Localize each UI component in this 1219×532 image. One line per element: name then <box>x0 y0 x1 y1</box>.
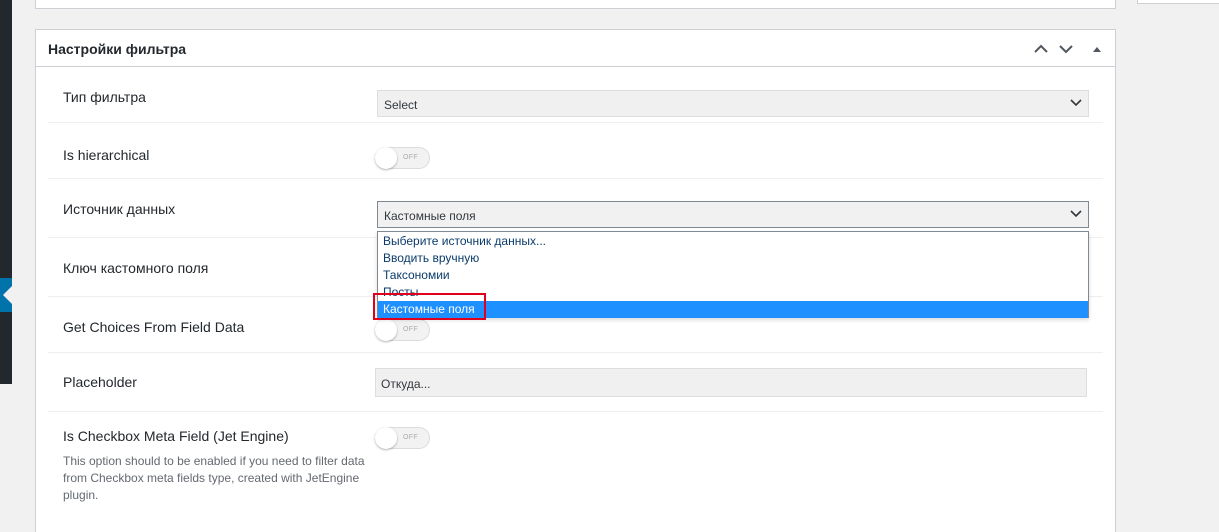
filter-type-select[interactable]: Select <box>377 90 1089 117</box>
row-filter-type: Тип фильтра Select <box>48 68 1103 123</box>
row-is-hierarchical: Is hierarchical OFF <box>48 123 1103 179</box>
data-source-select[interactable]: Кастомные поля <box>377 201 1089 228</box>
data-source-label: Источник данных <box>63 201 176 217</box>
admin-sidebar-strip <box>0 0 12 384</box>
dropdown-option[interactable]: Выберите источник данных... <box>378 233 1088 250</box>
previous-postbox <box>35 0 1116 9</box>
move-up-button[interactable] <box>1031 39 1051 59</box>
dropdown-option[interactable]: Вводить вручную <box>378 250 1088 267</box>
toggle-panel-button[interactable] <box>1087 39 1107 59</box>
row-is-checkbox-meta: Is Checkbox Meta Field (Jet Engine) OFF … <box>48 412 1103 522</box>
select-chevron-icon <box>1070 99 1082 107</box>
toggle-knob <box>375 319 397 341</box>
is-checkbox-meta-label: Is Checkbox Meta Field (Jet Engine) <box>63 428 289 444</box>
get-choices-toggle[interactable]: OFF <box>375 319 430 341</box>
filter-type-value: Select <box>384 98 418 112</box>
toggle-state-label: OFF <box>403 326 418 333</box>
toggle-state-label: OFF <box>403 434 418 441</box>
sidebar-box <box>1137 0 1219 4</box>
custom-field-key-label: Ключ кастомного поля <box>63 260 209 276</box>
row-data-source: Источник данных Кастомные поля <box>48 179 1103 238</box>
placeholder-value: Откуда... <box>381 377 431 391</box>
is-checkbox-meta-toggle[interactable]: OFF <box>375 427 430 449</box>
dropdown-option[interactable]: Посты <box>378 284 1088 301</box>
postbox-title: Настройки фильтра <box>48 41 187 57</box>
is-hierarchical-toggle[interactable]: OFF <box>375 147 430 169</box>
toggle-state-label: OFF <box>403 154 418 161</box>
data-source-dropdown: Выберите источник данных... Вводить вруч… <box>377 231 1089 318</box>
is-checkbox-meta-description: This option should to be enabled if you … <box>63 454 365 502</box>
toggle-knob <box>375 147 397 169</box>
dropdown-option[interactable]: Таксономии <box>378 267 1088 284</box>
triangle-up-icon <box>1093 47 1101 52</box>
placeholder-label: Placeholder <box>63 374 137 390</box>
chevron-down-icon <box>1059 45 1073 54</box>
chevron-up-icon <box>1034 44 1048 53</box>
toggle-knob <box>375 427 397 449</box>
row-placeholder: Placeholder Откуда... <box>48 353 1103 412</box>
data-source-value: Кастомные поля <box>384 209 476 223</box>
placeholder-input[interactable]: Откуда... <box>375 368 1087 397</box>
get-choices-label: Get Choices From Field Data <box>63 319 245 335</box>
menu-pointer-icon <box>3 286 12 304</box>
select-chevron-icon <box>1070 210 1082 218</box>
move-down-button[interactable] <box>1056 39 1076 59</box>
is-hierarchical-label: Is hierarchical <box>63 147 150 163</box>
filter-type-label: Тип фильтра <box>63 89 146 105</box>
postbox-header: Настройки фильтра <box>36 30 1115 67</box>
dropdown-option-selected[interactable]: Кастомные поля <box>378 301 1088 318</box>
